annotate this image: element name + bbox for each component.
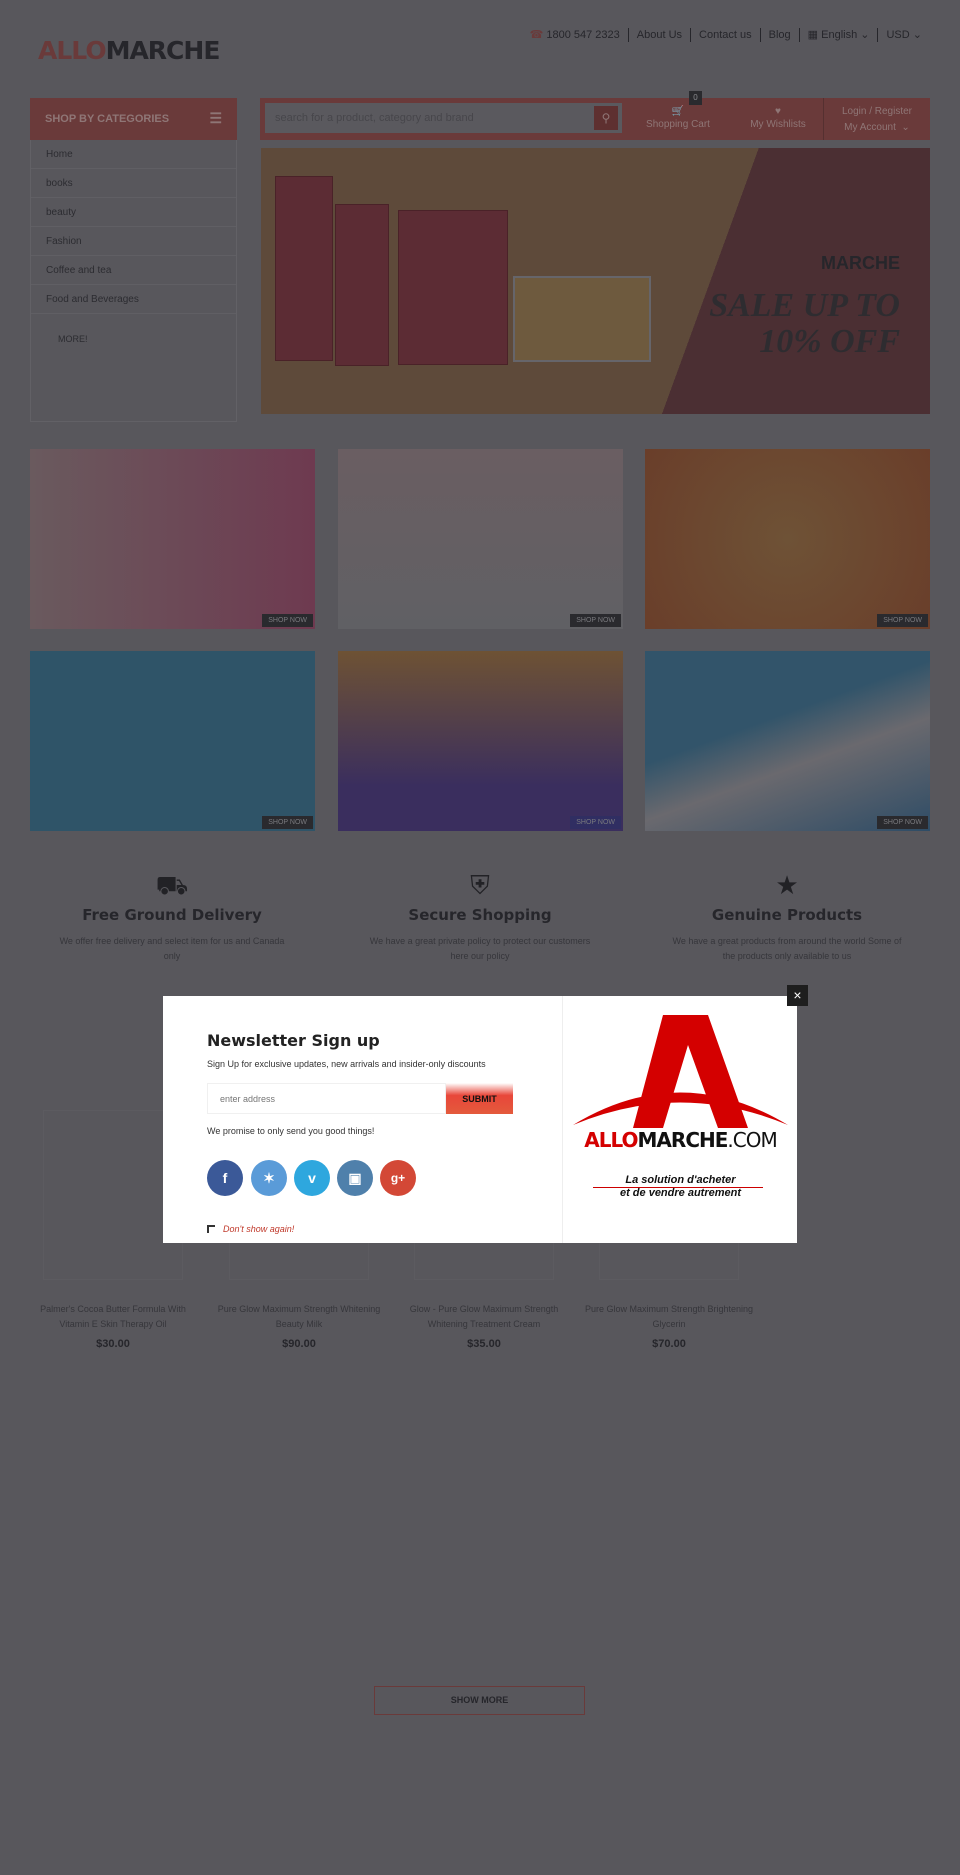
- promo-tile-tv[interactable]: SHOP NOW: [645, 651, 930, 831]
- product-image: [335, 204, 389, 366]
- instagram-icon[interactable]: ▣: [337, 1160, 373, 1196]
- categories-list: Home books beauty Fashion Coffee and tea…: [30, 140, 237, 422]
- product-image: [398, 210, 508, 365]
- hero-banner[interactable]: MARCHE SALE UP TO 10% OFF: [261, 148, 930, 414]
- promo-tile-camera[interactable]: SHOP NOW: [30, 651, 315, 831]
- promo-tile-phones[interactable]: SHOP NOW: [338, 651, 623, 831]
- link-contact[interactable]: Contact us: [690, 28, 760, 42]
- checkbox-icon: [207, 1225, 215, 1233]
- banner-sale-text: SALE UP TO 10% OFF: [709, 287, 900, 360]
- categories-header[interactable]: SHOP BY CATEGORIES ☰: [30, 98, 237, 140]
- submit-button[interactable]: SUBMIT: [446, 1083, 513, 1114]
- wishlist-button[interactable]: ♥ My Wishlists: [728, 106, 828, 130]
- menu-icon: ☰: [209, 110, 222, 126]
- cart-button[interactable]: 🛒 Shopping Cart: [628, 106, 728, 130]
- search-button[interactable]: ⚲: [594, 106, 618, 130]
- dont-show-checkbox[interactable]: Don't show again!: [207, 1224, 294, 1234]
- show-more-button[interactable]: SHOW MORE: [374, 1686, 585, 1715]
- flag-icon: ▦: [807, 29, 819, 41]
- star-icon: ★: [775, 870, 799, 900]
- promo-tile-cosmetics[interactable]: SHOP NOW: [30, 449, 315, 629]
- banner-brand: MARCHE: [821, 253, 900, 273]
- feature-secure: ⛨ Secure Shopping We have a great private …: [330, 870, 630, 964]
- modal-title: Newsletter Sign up: [207, 1031, 380, 1050]
- category-item[interactable]: Home: [31, 140, 236, 169]
- feature-delivery: ⛟ Free Ground Delivery We offer free deliv…: [22, 870, 322, 964]
- category-item[interactable]: beauty: [31, 198, 236, 227]
- facebook-icon[interactable]: f: [207, 1160, 243, 1196]
- heart-icon: ♥: [775, 106, 781, 117]
- category-item[interactable]: books: [31, 169, 236, 198]
- truck-icon: ⛟: [155, 870, 189, 900]
- product-image: [43, 1110, 183, 1280]
- modal-subtitle: Sign Up for exclusive updates, new arriv…: [207, 1059, 486, 1069]
- currency-select[interactable]: USD ⌄: [877, 28, 930, 42]
- shop-now-button[interactable]: SHOP NOW: [877, 816, 928, 829]
- allomarche-logo: ALLOMARCHE.COM La solution d'acheter et d…: [568, 1010, 793, 1210]
- language-select[interactable]: ▦ English ⌄: [798, 28, 878, 42]
- shop-now-button[interactable]: SHOP NOW: [262, 614, 313, 627]
- phone[interactable]: ☎ 1800 547 2323: [522, 28, 628, 42]
- newsletter-modal: Newsletter Sign up Sign Up for exclusive…: [163, 996, 797, 1243]
- header-bar: ⚲ 🛒Shopping Cart ♥My Wishlists Login / R…: [260, 98, 930, 140]
- product-image: [275, 176, 333, 361]
- search-icon: ⚲: [601, 111, 611, 125]
- email-input[interactable]: [207, 1083, 446, 1114]
- twitter-icon[interactable]: ✶: [251, 1160, 287, 1196]
- shop-now-button[interactable]: SHOP NOW: [877, 614, 928, 627]
- promise-text: We promise to only send you good things!: [207, 1126, 375, 1136]
- more-link[interactable]: MORE!: [31, 314, 236, 344]
- category-item[interactable]: Food and Beverages: [31, 285, 236, 314]
- product-image: [513, 276, 651, 362]
- logo-wordmark: ALLOMARCHE.COM: [584, 1128, 777, 1152]
- cart-count-badge: 0: [689, 91, 702, 105]
- category-item[interactable]: Fashion: [31, 227, 236, 256]
- close-button[interactable]: ×: [787, 985, 808, 1006]
- logo[interactable]: ALLOMARCHE: [38, 36, 220, 65]
- phone-icon: ☎: [529, 29, 544, 41]
- cart-icon: 🛒: [671, 106, 685, 117]
- shop-now-button[interactable]: SHOP NOW: [262, 816, 313, 829]
- account-menu[interactable]: Login / Register My Account ⌄: [824, 104, 930, 136]
- shop-now-button[interactable]: SHOP NOW: [570, 614, 621, 627]
- top-links: ☎ 1800 547 2323 About Us Contact us Blog…: [522, 28, 930, 42]
- link-about[interactable]: About Us: [627, 28, 690, 42]
- search-input[interactable]: [265, 103, 622, 133]
- category-item[interactable]: Coffee and tea: [31, 256, 236, 285]
- divider: [562, 996, 563, 1243]
- vimeo-icon[interactable]: v: [294, 1160, 330, 1196]
- promo-tile-perfume[interactable]: SHOP NOW: [338, 449, 623, 629]
- google-plus-icon[interactable]: g+: [380, 1160, 416, 1196]
- feature-genuine: ★ Genuine Products We have a great product…: [637, 870, 937, 964]
- shield-icon: ⛨: [470, 870, 490, 900]
- logo-a-icon: [573, 1015, 788, 1128]
- link-blog[interactable]: Blog: [759, 28, 799, 42]
- tagline-underline: [593, 1187, 763, 1188]
- promo-tile-watches[interactable]: SHOP NOW: [645, 449, 930, 629]
- shop-now-button[interactable]: SHOP NOW: [570, 816, 621, 829]
